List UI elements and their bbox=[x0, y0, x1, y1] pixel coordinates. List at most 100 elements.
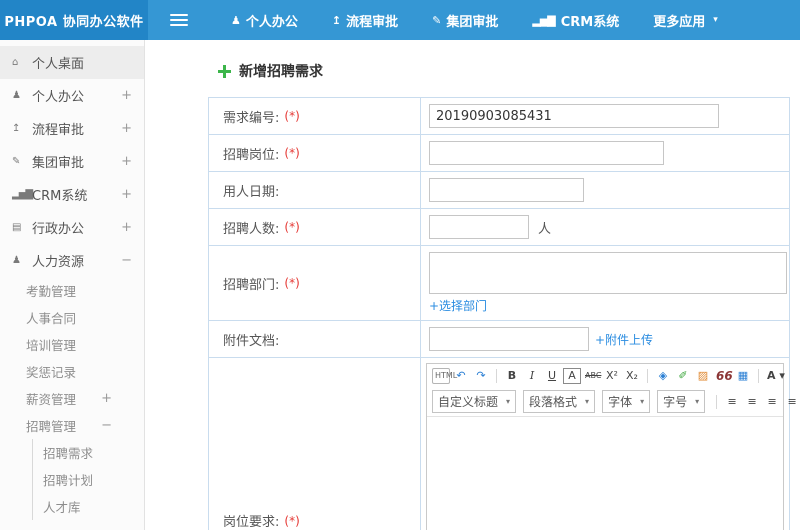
sidebar-item[interactable]: ⌂ 个人桌面 bbox=[0, 46, 144, 79]
sidebar-item[interactable]: 奖惩记录 bbox=[0, 358, 144, 385]
superscript-icon[interactable]: X² bbox=[603, 367, 621, 385]
approve-icon: ✎ bbox=[432, 13, 441, 27]
editor-content[interactable] bbox=[427, 417, 783, 530]
sidebar-item[interactable]: ↥ 流程审批 + bbox=[0, 112, 144, 145]
form-row-hire-date: 用人日期: bbox=[209, 172, 789, 209]
nav-item-label: 更多应用 bbox=[653, 14, 706, 30]
expand-toggle[interactable]: + bbox=[121, 88, 132, 103]
sidebar-item[interactable]: 人才库 bbox=[32, 493, 144, 520]
redo-icon[interactable]: ↷ bbox=[472, 367, 490, 385]
align-left-icon[interactable]: ≡ bbox=[723, 393, 741, 411]
process-icon: ↥ bbox=[331, 13, 341, 27]
attachment-input[interactable] bbox=[429, 327, 589, 351]
undo-icon[interactable]: ↶ bbox=[452, 367, 470, 385]
font-size-select[interactable]: 字号 ▾ bbox=[657, 390, 706, 413]
headcount-input[interactable] bbox=[429, 215, 529, 239]
subscript-icon[interactable]: X₂ bbox=[623, 367, 641, 385]
font-box-icon[interactable]: A bbox=[563, 368, 581, 384]
nav-item[interactable]: ✎ 集团审批 bbox=[415, 0, 515, 40]
nav-item[interactable]: ↥ 流程审批 bbox=[315, 0, 415, 40]
attachment-upload-link[interactable]: +附件上传 bbox=[595, 331, 653, 348]
form-row-headcount: 招聘人数: (*) 人 bbox=[209, 209, 789, 246]
nav-item[interactable]: 更多应用 ▾ bbox=[636, 0, 735, 40]
select-department-link[interactable]: +选择部门 bbox=[429, 297, 487, 314]
chart-icon: ▂▅▇ bbox=[532, 13, 555, 27]
user-icon: ♟ bbox=[12, 90, 21, 101]
select-label: 字体 bbox=[608, 395, 633, 409]
field-value: 人 bbox=[421, 209, 789, 245]
sidebar-item[interactable]: 考勤管理 bbox=[0, 277, 144, 304]
caret-down-icon: ▾ bbox=[713, 15, 718, 25]
sidebar-item[interactable]: 人事合同 bbox=[0, 304, 144, 331]
sidebar-item[interactable]: ♟ 个人办公 + bbox=[0, 79, 144, 112]
sidebar-item[interactable]: 培训管理 bbox=[0, 331, 144, 358]
html-source-button[interactable]: HTML bbox=[432, 368, 457, 384]
page-title-text: 新增招聘需求 bbox=[239, 64, 323, 80]
table-icon[interactable]: ▦ bbox=[734, 367, 752, 385]
main-content: 新增招聘需求 需求编号: (*) 招聘岗位: (*) bbox=[146, 40, 800, 530]
blockquote-icon[interactable]: 66 bbox=[714, 367, 733, 385]
editor-toolbar-row2: 自定义标题 ▾ 段落格式 ▾ 字体 ▾ 字号 ▾ ≡ ≡ ≡ ≡ bbox=[427, 388, 797, 417]
headcount-unit: 人 bbox=[538, 221, 552, 237]
app-window: PHPOA 协同办公软件 ♟ 个人办公 ↥ 流程审批 ✎ 集团审批 ▂▅▇ CRM系统 更多应用… bbox=[0, 0, 800, 530]
align-justify-icon[interactable]: ≡ bbox=[783, 393, 800, 411]
strikethrough-icon[interactable]: ABC bbox=[583, 367, 601, 385]
expand-toggle[interactable]: + bbox=[121, 121, 132, 136]
sidebar-item[interactable]: 招聘需求 bbox=[32, 439, 144, 466]
bold-icon[interactable]: B bbox=[503, 367, 521, 385]
underline-icon[interactable]: U bbox=[543, 367, 561, 385]
italic-icon[interactable]: I bbox=[523, 367, 541, 385]
caret-down-icon: ▾ bbox=[695, 397, 700, 406]
font-family-select[interactable]: 字体 ▾ bbox=[602, 390, 651, 413]
required-mark: (*) bbox=[284, 146, 300, 160]
custom-title-select[interactable]: 自定义标题 ▾ bbox=[432, 390, 517, 413]
expand-toggle[interactable]: + bbox=[121, 220, 132, 235]
process-icon: ↥ bbox=[12, 123, 20, 134]
field-value bbox=[421, 135, 789, 171]
sidebar-item[interactable]: ▤ 行政办公 + bbox=[0, 211, 144, 244]
sidebar-item-label: 薪资管理 bbox=[26, 392, 77, 407]
sidebar-item-label: 行政办公 bbox=[32, 222, 85, 237]
sidebar-item-label: 培训管理 bbox=[26, 338, 77, 353]
expand-toggle[interactable]: + bbox=[101, 391, 112, 406]
eraser-icon[interactable]: ◈ bbox=[654, 367, 672, 385]
field-label: 需求编号: (*) bbox=[209, 98, 421, 134]
nav-item[interactable]: ♟ 个人办公 bbox=[214, 0, 315, 40]
required-mark: (*) bbox=[284, 109, 300, 123]
sidebar-item[interactable]: ♟ 人力资源 − bbox=[0, 244, 144, 277]
field-value: HTML ↶ ↷ B I U A ABC X² X₂ ◈ ✐ ▨ 66 ▦ A ▾ 自定义标题 ▾ 段落格式 ▾ 字体… bbox=[421, 358, 797, 530]
sidebar-item[interactable]: ✎ 集团审批 + bbox=[0, 145, 144, 178]
expand-toggle[interactable]: − bbox=[101, 418, 112, 433]
required-mark: (*) bbox=[284, 220, 300, 234]
sidebar-item-label: 招聘需求 bbox=[43, 446, 94, 461]
user-icon: ♟ bbox=[231, 13, 241, 27]
sidebar-item[interactable]: ▂▅▇ CRM系统 + bbox=[0, 178, 144, 211]
expand-toggle[interactable]: + bbox=[121, 154, 132, 169]
position-input[interactable] bbox=[429, 141, 664, 165]
align-right-icon[interactable]: ≡ bbox=[763, 393, 781, 411]
add-icon bbox=[218, 64, 231, 78]
field-value: +选择部门 bbox=[421, 246, 789, 320]
nav-item[interactable]: ▂▅▇ CRM系统 bbox=[515, 0, 636, 40]
align-center-icon[interactable]: ≡ bbox=[743, 393, 761, 411]
font-color-dropdown[interactable]: A ▾ bbox=[765, 367, 785, 385]
sidebar-item[interactable]: 招聘计划 bbox=[32, 466, 144, 493]
hire-date-input[interactable] bbox=[429, 178, 584, 202]
caret-down-icon: ▾ bbox=[585, 397, 590, 406]
demand-no-input[interactable] bbox=[429, 104, 719, 128]
expand-toggle[interactable]: − bbox=[121, 253, 132, 268]
sidebar-item-label: 人力资源 bbox=[32, 255, 85, 270]
format-brush-icon[interactable]: ✐ bbox=[674, 367, 692, 385]
field-label: 附件文档: bbox=[209, 321, 421, 357]
paragraph-format-select[interactable]: 段落格式 ▾ bbox=[523, 390, 596, 413]
sidebar-item[interactable]: 薪资管理 + bbox=[0, 385, 144, 412]
form-row-department: 招聘部门: (*) +选择部门 bbox=[209, 246, 789, 321]
expand-toggle[interactable]: + bbox=[121, 187, 132, 202]
highlight-icon[interactable]: ▨ bbox=[694, 367, 712, 385]
sidebar-item-label: 人才库 bbox=[43, 500, 81, 515]
desktop-icon: ⌂ bbox=[12, 57, 18, 68]
department-textarea[interactable] bbox=[429, 252, 787, 294]
sidebar-item[interactable]: 招聘管理 − bbox=[0, 412, 144, 439]
nav-item-label: 集团审批 bbox=[446, 14, 499, 30]
menu-toggle-icon[interactable] bbox=[170, 14, 188, 26]
